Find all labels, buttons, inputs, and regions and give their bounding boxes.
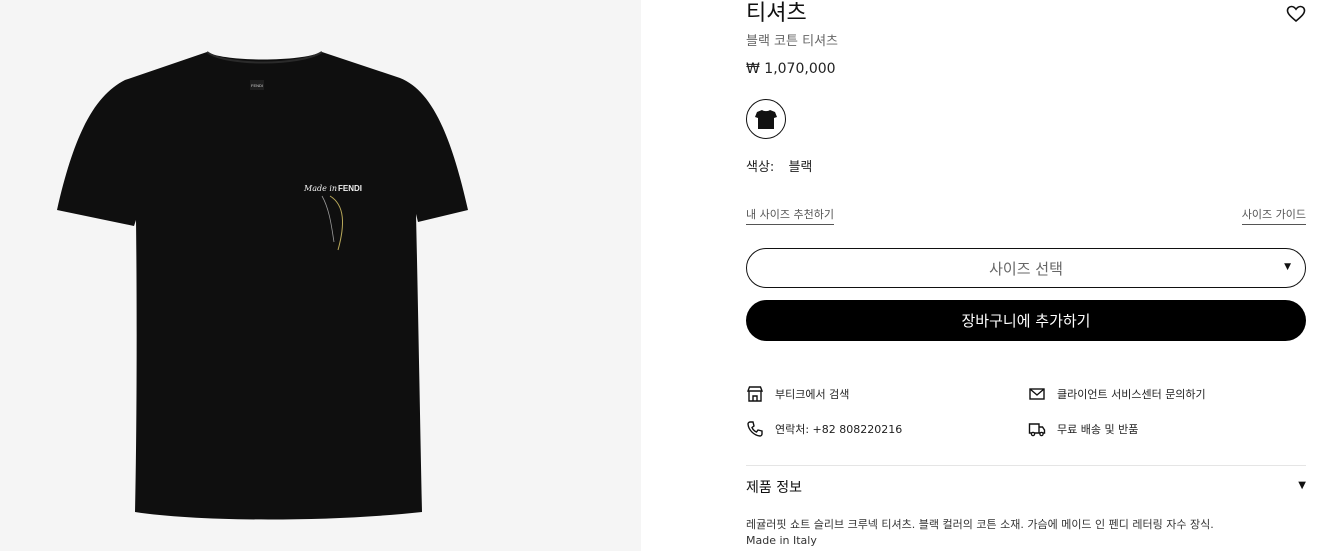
mail-icon	[1028, 385, 1046, 403]
color-swatch-black[interactable]	[746, 99, 786, 139]
product-subtitle: 블랙 코튼 티셔츠	[746, 34, 838, 49]
boutique-search-label: 부티크에서 검색	[775, 388, 850, 401]
embroidery-script: Made in	[303, 184, 337, 193]
free-shipping-label: 무료 배송 및 반품	[1057, 423, 1139, 436]
product-info: 티셔츠 블랙 코튼 티셔츠 ₩ 1,070,000 색상: 블랙 내 사이즈 추…	[746, 0, 1306, 551]
tshirt-image: FENDI Made in FENDI	[57, 51, 468, 520]
product-details-toggle[interactable]: 제품 정보 ▼	[746, 477, 1306, 499]
size-links: 내 사이즈 추천하기 사이즈 가이드	[746, 206, 1306, 226]
store-icon	[746, 385, 764, 403]
size-select-placeholder: 사이즈 선택	[989, 259, 1063, 278]
chevron-down-icon: ▼	[1298, 480, 1306, 491]
embroidery-logo: FENDI	[338, 184, 362, 193]
client-service-link[interactable]: 클라이언트 서비스센터 문의하기	[1028, 385, 1206, 403]
divider	[746, 465, 1306, 466]
boutique-search-link[interactable]: 부티크에서 검색	[746, 385, 849, 403]
size-guide-link[interactable]: 사이즈 가이드	[1241, 206, 1306, 225]
add-to-cart-button[interactable]: 장바구니에 추가하기	[746, 300, 1306, 341]
wishlist-button[interactable]	[1286, 4, 1306, 24]
color-info: 색상: 블랙	[746, 156, 812, 175]
heart-icon	[1286, 5, 1306, 23]
product-image: FENDI Made in FENDI	[0, 0, 641, 551]
product-origin: Made in Italy	[746, 534, 817, 547]
product-details-title: 제품 정보	[746, 480, 802, 496]
neck-label-text: FENDI	[251, 83, 263, 88]
contact-phone-link[interactable]: 연락처: +82 808220216	[746, 420, 902, 438]
color-label: 색상:	[746, 160, 775, 175]
size-select[interactable]: 사이즈 선택 ▼	[746, 248, 1306, 288]
product-price: ₩ 1,070,000	[746, 61, 836, 77]
contact-phone-label: 연락처: +82 808220216	[775, 423, 903, 436]
chevron-down-icon: ▼	[1284, 262, 1291, 272]
size-recommend-link[interactable]: 내 사이즈 추천하기	[746, 206, 834, 225]
tshirt-thumbnail-icon	[755, 110, 777, 129]
product-description: 레귤러핏 쇼트 슬리브 크루넥 티셔츠. 블랙 컬러의 코튼 소재. 가슴에 메…	[746, 518, 1214, 531]
product-title: 티셔츠	[746, 1, 807, 26]
client-service-label: 클라이언트 서비스센터 문의하기	[1057, 388, 1206, 401]
color-value: 블랙	[788, 160, 813, 175]
phone-icon	[746, 420, 764, 438]
free-shipping-link[interactable]: 무료 배송 및 반품	[1028, 420, 1138, 438]
tshirt-shape	[57, 52, 468, 520]
truck-icon	[1028, 420, 1046, 438]
